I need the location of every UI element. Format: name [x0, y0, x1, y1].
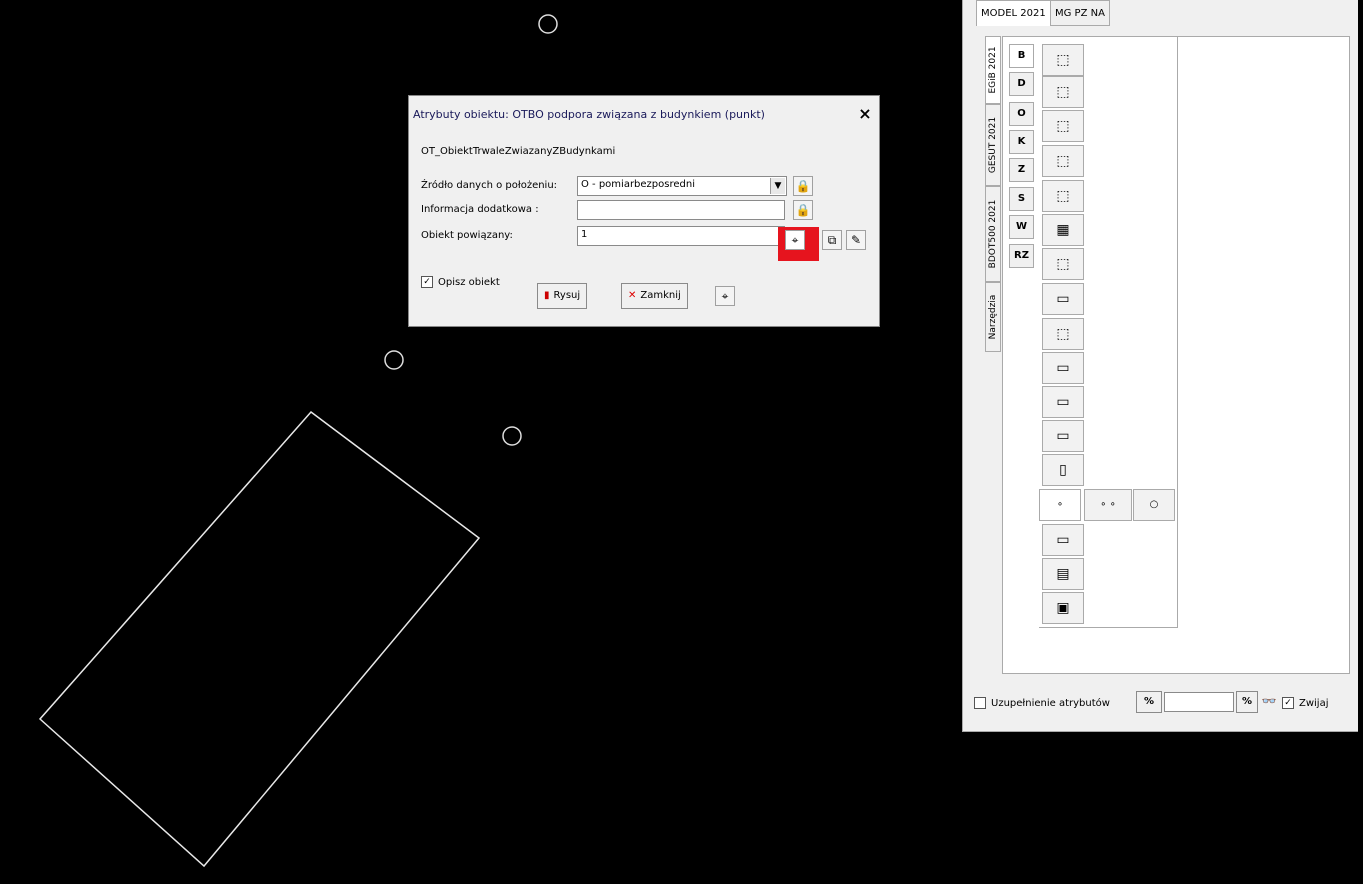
draw-button[interactable]: ▮ Rysuj	[537, 283, 588, 309]
table-icon[interactable]: ▤	[1042, 558, 1084, 590]
collapse-label: Zwijaj	[1299, 698, 1329, 709]
percent-right-button[interactable]: %	[1236, 691, 1258, 713]
checkbox-box[interactable]: ✓	[421, 276, 433, 288]
building-outline-icon[interactable]: ⬚	[1042, 180, 1084, 212]
dialog-titlebar[interactable]: Atrybuty obiektu: OTBO podpora związana …	[409, 96, 879, 135]
search-input[interactable]	[1164, 692, 1234, 712]
building-part-icon[interactable]: ⬚	[1042, 76, 1084, 108]
letter-tab-s[interactable]: S	[1009, 187, 1034, 211]
multi-point-icon[interactable]: ∘ ∘	[1084, 489, 1132, 521]
related-input[interactable]: 1	[577, 226, 785, 246]
checkbox-box[interactable]: ✓	[1282, 697, 1294, 709]
close-button[interactable]: ✕ Zamknij	[621, 283, 688, 309]
info-label: Informacja dodatkowa :	[421, 204, 539, 215]
letter-tab-k[interactable]: K	[1009, 130, 1034, 154]
attributes-dialog: Atrybuty obiektu: OTBO podpora związana …	[408, 95, 880, 327]
building-shape-icon[interactable]: ⬚	[1042, 248, 1084, 280]
letter-tab-w[interactable]: W	[1009, 215, 1034, 239]
single-point-icon[interactable]: ∘	[1039, 489, 1081, 521]
info-input[interactable]	[577, 200, 785, 220]
side-tab-narzedzia[interactable]: Narzędzia	[985, 282, 1001, 352]
close-icon[interactable]: ×	[855, 104, 875, 124]
letter-tab-d[interactable]: D	[1009, 72, 1034, 96]
related-label: Obiekt powiązany:	[421, 230, 513, 241]
pillar-icon[interactable]: ▯	[1042, 454, 1084, 486]
object-class-name: OT_ObiektTrwaleZwiazanyZBudynkami	[421, 146, 616, 157]
building-outline[interactable]	[38, 410, 481, 868]
binoculars-icon[interactable]: 👓	[1260, 691, 1278, 713]
mapa-icon[interactable]: ▭	[1042, 524, 1084, 556]
side-tab-bdot500[interactable]: BDOT500 2021	[985, 186, 1001, 282]
letter-tab-b[interactable]: B	[1009, 44, 1034, 68]
lock-icon[interactable]: 🔒	[793, 200, 813, 220]
loggia-icon[interactable]: ▭	[1042, 420, 1084, 452]
balcony-icon[interactable]: ▭	[1042, 386, 1084, 418]
building-tool-icon[interactable]: ⬚	[1042, 44, 1084, 76]
tab-model-2021[interactable]: MODEL 2021	[976, 0, 1051, 26]
describe-checkbox[interactable]: ✓ Opisz obiekt	[421, 276, 500, 288]
close-x-icon: ✕	[628, 290, 637, 301]
terrace-icon[interactable]: ▭	[1042, 283, 1084, 315]
tab-mg-pz-na[interactable]: MG PZ NA	[1050, 0, 1110, 26]
letter-tab-rz[interactable]: RZ	[1009, 244, 1034, 268]
small-box-icon[interactable]: ▣	[1042, 592, 1084, 624]
crosshair-icon[interactable]: ⌖	[715, 286, 735, 306]
side-tab-gesut[interactable]: GESUT 2021	[985, 104, 1001, 186]
describe-label: Opisz obiekt	[438, 277, 500, 288]
side-tab-egib[interactable]: EGiB 2021	[985, 36, 1001, 104]
point-circle[interactable]	[384, 350, 404, 370]
ramp-icon[interactable]: ▭	[1042, 352, 1084, 384]
panel-bottom-bar: Uzupełnienie atrybutów % % 👓 ✓ Zwijaj	[966, 689, 1352, 719]
draw-icon: ▮	[544, 290, 550, 301]
collapse-checkbox[interactable]: ✓ Zwijaj	[1282, 697, 1329, 709]
chevron-down-icon[interactable]: ▼	[770, 178, 785, 194]
eraser-icon[interactable]: ✎	[846, 230, 866, 250]
source-label: Źródło danych o położeniu:	[421, 180, 558, 191]
select-object-icon[interactable]: ⧉	[822, 230, 842, 250]
point-circle[interactable]	[538, 14, 558, 34]
fill-attributes-checkbox[interactable]: Uzupełnienie atrybutów	[974, 697, 1110, 709]
source-combobox[interactable]: O - pomiarbezposredni ▼	[577, 176, 787, 196]
building-annex-icon[interactable]: ⬚	[1042, 145, 1084, 177]
pick-object-icon[interactable]: ⌖	[785, 230, 805, 250]
letter-tab-z[interactable]: Z	[1009, 158, 1034, 182]
percent-left-button[interactable]: %	[1136, 691, 1162, 713]
fill-attributes-label: Uzupełnienie atrybutów	[991, 698, 1110, 709]
building-block-icon[interactable]: ⬚	[1042, 110, 1084, 142]
letter-tab-o[interactable]: O	[1009, 102, 1034, 126]
lock-icon[interactable]: 🔒	[793, 176, 813, 196]
checkbox-box[interactable]	[974, 697, 986, 709]
point-circle[interactable]	[502, 426, 522, 446]
dialog-title: Atrybuty obiektu: OTBO podpora związana …	[413, 108, 765, 121]
circle-point-icon[interactable]: ○	[1133, 489, 1175, 521]
stairs-icon[interactable]: ⬚	[1042, 318, 1084, 350]
building-grid-icon[interactable]: ▦	[1042, 214, 1084, 246]
source-value: O - pomiarbezposredni	[581, 179, 695, 190]
